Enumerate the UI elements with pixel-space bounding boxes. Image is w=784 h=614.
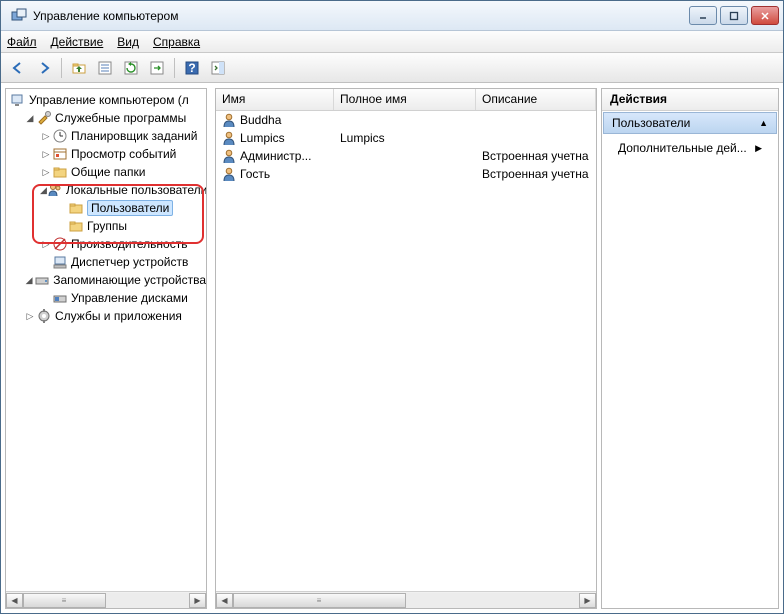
svg-text:?: ? (188, 61, 195, 75)
tree-groups[interactable]: Группы (6, 217, 206, 235)
export-icon[interactable] (146, 57, 168, 79)
menu-action[interactable]: Действие (51, 35, 104, 49)
tree-device-manager[interactable]: Диспетчер устройств (6, 253, 206, 271)
toolbar: ? (1, 53, 783, 83)
cell-name: Гость (240, 167, 270, 181)
chevron-right-icon: ▶ (755, 143, 762, 154)
tree-system-tools[interactable]: ◢Служебные программы (6, 109, 206, 127)
close-button[interactable] (751, 6, 779, 25)
tree-storage[interactable]: ◢Запоминающие устройства (6, 271, 206, 289)
user-icon (222, 113, 236, 127)
actions-more[interactable]: Дополнительные дей... ▶ (602, 135, 778, 161)
cell-name: Администр... (240, 149, 311, 163)
expand-arrow-icon[interactable]: ▷ (40, 167, 52, 178)
list-row[interactable]: Buddha (216, 111, 596, 129)
back-button[interactable] (7, 57, 29, 79)
scroll-thumb[interactable]: ≡ (23, 593, 106, 608)
up-folder-icon[interactable] (68, 57, 90, 79)
expand-arrow-icon[interactable]: ▷ (40, 239, 52, 250)
cell-description: Встроенная учетна (476, 149, 596, 163)
list-body: Buddha Lumpics Lumpics Администр... Встроенн… (216, 111, 596, 591)
help-icon[interactable]: ? (181, 57, 203, 79)
tree-services[interactable]: ▷Службы и приложения (6, 307, 206, 325)
list-panel: Имя Полное имя Описание BuddhaLumpicsLum… (215, 88, 597, 609)
tools-icon (36, 110, 52, 126)
folder-icon (68, 218, 84, 234)
menu-help[interactable]: Справка (153, 35, 200, 49)
performance-icon (52, 236, 68, 252)
window: Управление компьютером Файл Действие Вид… (0, 0, 784, 614)
scroll-thumb[interactable]: ≡ (233, 593, 406, 608)
refresh-icon[interactable] (120, 57, 142, 79)
collapse-arrow-icon[interactable]: ◢ (24, 113, 36, 124)
menubar: Файл Действие Вид Справка (1, 31, 783, 53)
list-hscroll[interactable]: ◀ ≡ ▶ (216, 591, 596, 608)
actions-header: Действия (602, 89, 778, 111)
scroll-left-button[interactable]: ◀ (216, 593, 233, 608)
device-icon (52, 254, 68, 270)
actions-panel: Действия Пользователи ▲ Дополнительные д… (601, 88, 779, 609)
action-pane-icon[interactable] (207, 57, 229, 79)
event-icon (52, 146, 68, 162)
storage-icon (34, 272, 50, 288)
tree-hscroll[interactable]: ◀ ≡ ▶ (6, 591, 206, 608)
tree: Управление компьютером (л ◢Служебные про… (6, 89, 206, 591)
list-row[interactable]: Lumpics Lumpics (216, 129, 596, 147)
cell-name: Lumpics (240, 131, 285, 145)
tree-performance[interactable]: ▷Производительность (6, 235, 206, 253)
tree-panel: Управление компьютером (л ◢Служебные про… (5, 88, 207, 609)
tree-local-users[interactable]: ◢Локальные пользователи (6, 181, 206, 199)
app-icon (11, 8, 27, 24)
titlebar: Управление компьютером (1, 1, 783, 31)
shared-folder-icon (52, 164, 68, 180)
clock-icon (52, 128, 68, 144)
maximize-button[interactable] (720, 6, 748, 25)
cell-description: Встроенная учетна (476, 167, 596, 181)
folder-icon (68, 200, 84, 216)
column-full-name[interactable]: Полное имя (334, 89, 476, 110)
user-icon (222, 149, 236, 163)
collapse-arrow-icon[interactable]: ◢ (40, 185, 47, 196)
forward-button[interactable] (33, 57, 55, 79)
tree-disk-management[interactable]: Управление дисками (6, 289, 206, 307)
column-name[interactable]: Имя (216, 89, 334, 110)
list-row[interactable]: Администр... Встроенная учетна (216, 147, 596, 165)
user-icon (222, 131, 236, 145)
content-area: Управление компьютером (л ◢Служебные про… (1, 83, 783, 613)
expand-arrow-icon[interactable]: ▷ (40, 131, 52, 142)
actions-context[interactable]: Пользователи ▲ (603, 112, 777, 134)
tree-root[interactable]: Управление компьютером (л (6, 91, 206, 109)
tree-task-scheduler[interactable]: ▷Планировщик заданий (6, 127, 206, 145)
computer-icon (10, 92, 26, 108)
column-description[interactable]: Описание (476, 89, 596, 110)
cell-full-name: Lumpics (334, 131, 476, 145)
user-icon (222, 167, 236, 181)
minimize-button[interactable] (689, 6, 717, 25)
properties-icon[interactable] (94, 57, 116, 79)
tree-users[interactable]: Пользователи (6, 199, 206, 217)
scroll-right-button[interactable]: ▶ (189, 593, 206, 608)
list-row[interactable]: Гость Встроенная учетна (216, 165, 596, 183)
collapse-up-icon[interactable]: ▲ (759, 118, 768, 128)
window-title: Управление компьютером (33, 9, 689, 23)
users-group-icon (47, 182, 63, 198)
collapse-arrow-icon[interactable]: ◢ (24, 275, 34, 286)
tree-shared-folders[interactable]: ▷Общие папки (6, 163, 206, 181)
menu-file[interactable]: Файл (7, 35, 37, 49)
menu-view[interactable]: Вид (117, 35, 139, 49)
expand-arrow-icon[interactable]: ▷ (40, 149, 52, 160)
list-header: Имя Полное имя Описание (216, 89, 596, 111)
scroll-right-button[interactable]: ▶ (579, 593, 596, 608)
disk-icon (52, 290, 68, 306)
tree-event-viewer[interactable]: ▷Просмотр событий (6, 145, 206, 163)
scroll-left-button[interactable]: ◀ (6, 593, 23, 608)
expand-arrow-icon[interactable]: ▷ (24, 311, 36, 322)
services-icon (36, 308, 52, 324)
cell-name: Buddha (240, 113, 281, 127)
